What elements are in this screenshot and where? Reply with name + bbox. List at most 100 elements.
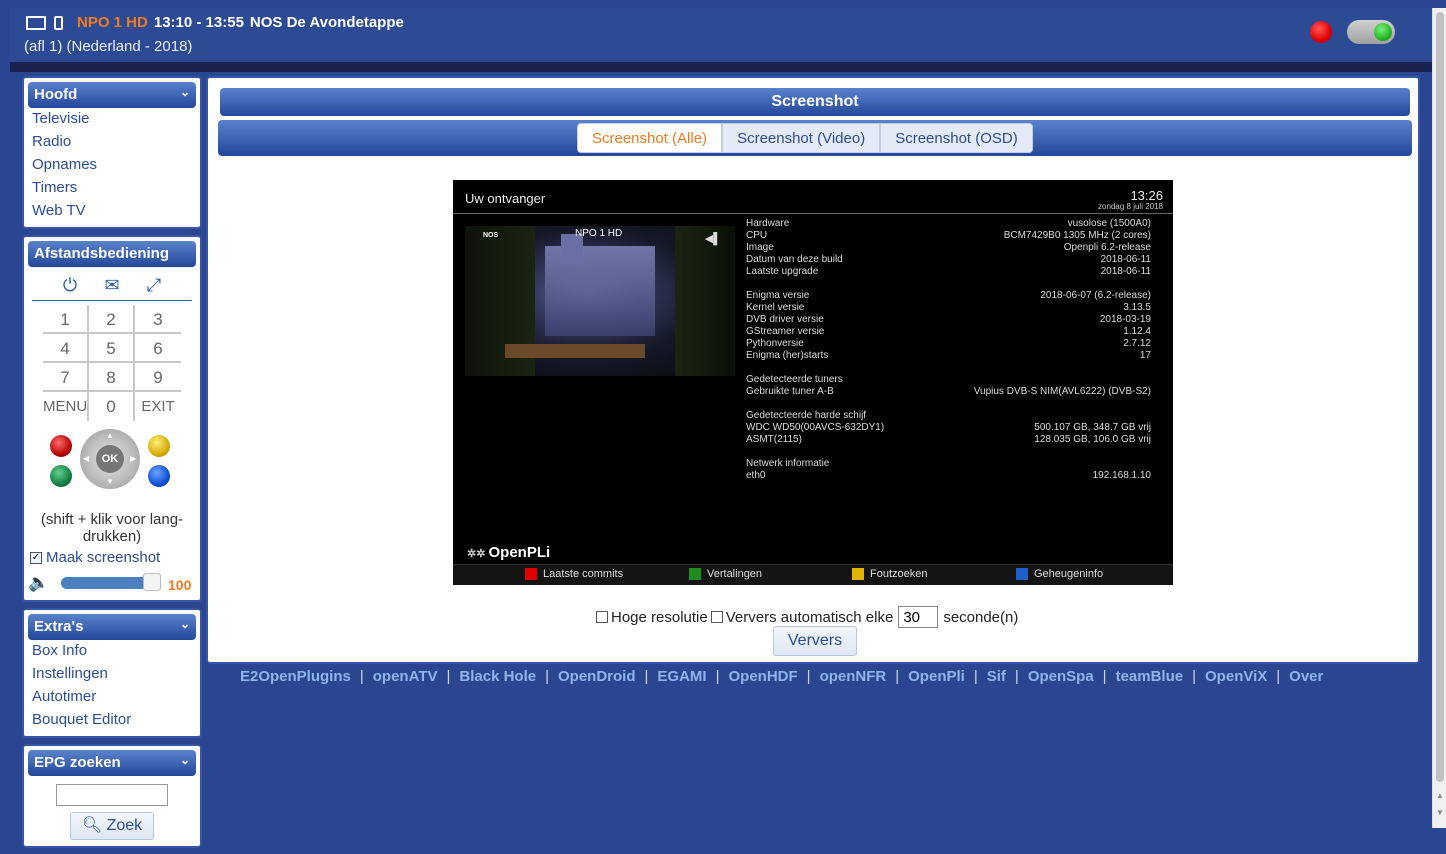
sidebar-item-timers[interactable]: Timers — [28, 177, 196, 200]
info-value: 3.13.5 — [1123, 302, 1151, 313]
time-range: 13:10 - 13:55 — [153, 14, 244, 31]
key-8[interactable]: 8 — [89, 363, 135, 392]
ok-button[interactable]: OK — [96, 445, 124, 473]
key-4[interactable]: 4 — [43, 334, 89, 363]
sidebar-item-boxinfo[interactable]: Box Info — [28, 640, 196, 663]
tab-screenshot-all[interactable]: Screenshot (Alle) — [577, 123, 723, 153]
tab-screenshot-osd[interactable]: Screenshot (OSD) — [880, 123, 1033, 153]
epg-search-header[interactable]: EPG zoeken ⌄ — [28, 750, 196, 776]
info-key: Gebruikte tuner A-B — [746, 386, 834, 397]
volume-knob[interactable] — [143, 573, 162, 591]
footer-link[interactable]: Sif — [987, 668, 1006, 685]
info-value: 17 — [1139, 350, 1151, 361]
record-indicator-icon[interactable] — [1310, 21, 1332, 43]
epg-search-input[interactable] — [56, 784, 168, 806]
shot-blue-label: Geheugeninfo — [1034, 568, 1104, 580]
refresh-interval-input[interactable] — [898, 606, 939, 628]
auto-refresh-checkbox[interactable] — [710, 611, 723, 623]
scroll-down-icon[interactable]: ▼ — [1436, 808, 1444, 817]
arrow-down-icon[interactable]: ▼ — [106, 477, 114, 486]
high-res-label[interactable]: Hoge resolutie — [611, 609, 708, 626]
screenshot-checkbox[interactable]: ✓ — [30, 551, 42, 564]
screenshot-label[interactable]: Maak screenshot — [46, 549, 160, 566]
tv-preview: NOS NPO 1 HD ◀▌ — [465, 226, 735, 376]
key-9[interactable]: 9 — [135, 363, 181, 392]
info-key: Enigma (her)starts — [746, 350, 829, 361]
info-row: Netwerk informatie — [746, 458, 1151, 470]
speaker-icon[interactable]: 🔈 — [28, 573, 49, 593]
arrow-right-icon[interactable]: ▶ — [130, 454, 136, 463]
sidebar-item-televisie[interactable]: Televisie — [28, 108, 196, 131]
extras-header[interactable]: Extra's ⌄ — [28, 614, 196, 640]
sidebar-item-autotimer[interactable]: Autotimer — [28, 686, 196, 709]
green-button[interactable] — [50, 465, 72, 487]
mobile-icon[interactable] — [54, 15, 63, 30]
key-0[interactable]: 0 — [89, 392, 135, 421]
footer-link[interactable]: openNFR — [820, 668, 887, 685]
red-button[interactable] — [50, 435, 72, 457]
navigation-wheel[interactable]: ▲ ▼ ◀ ▶ OK — [80, 429, 140, 489]
preview-table — [505, 344, 645, 358]
link-separator: | — [895, 668, 900, 685]
key-menu[interactable]: MENU — [43, 392, 89, 421]
epg-search-button[interactable]: 🔍︎ Zoek — [70, 812, 154, 840]
tv-icon[interactable] — [26, 15, 46, 30]
yellow-button[interactable] — [148, 435, 170, 457]
envelope-icon[interactable]: ✉ — [102, 275, 122, 296]
footer-link[interactable]: teamBlue — [1116, 668, 1184, 685]
footer-link[interactable]: EGAMI — [657, 668, 706, 685]
sidebar-item-webtv[interactable]: Web TV — [28, 200, 196, 223]
epg-search-title: EPG zoeken — [34, 754, 121, 771]
chevron-down-icon[interactable]: ⌄ — [180, 617, 190, 631]
shot-green-button: Vertalingen — [689, 568, 762, 580]
footer-link[interactable]: OpenDroid — [558, 668, 636, 685]
footer-link[interactable]: openATV — [373, 668, 438, 685]
footer-link[interactable]: OpenHDF — [728, 668, 797, 685]
chevron-down-icon[interactable]: ⌄ — [180, 753, 190, 767]
shot-clock: 13:26 — [1130, 188, 1163, 203]
arrow-up-icon[interactable]: ▲ — [106, 431, 114, 440]
key-5[interactable]: 5 — [89, 334, 135, 363]
key-exit[interactable]: EXIT — [135, 392, 181, 421]
footer-link[interactable]: Black Hole — [459, 668, 536, 685]
sidebar-item-radio[interactable]: Radio — [28, 131, 196, 154]
sidebar-item-bouquet-editor[interactable]: Bouquet Editor — [28, 709, 196, 732]
info-key: ASMT(2115) — [746, 434, 802, 445]
scroll-up-icon[interactable]: ▲ — [1436, 791, 1444, 800]
footer-link[interactable]: Over — [1289, 668, 1323, 685]
key-3[interactable]: 3 — [135, 305, 181, 334]
high-res-checkbox[interactable] — [596, 611, 608, 623]
channel-name[interactable]: NPO 1 HD — [77, 14, 148, 31]
footer-link[interactable]: OpenPli — [908, 668, 965, 685]
page-scrollbar[interactable]: ▲ ▼ — [1432, 8, 1446, 828]
main-menu-header[interactable]: Hoofd ⌄ — [28, 82, 196, 108]
volume-slider[interactable] — [61, 573, 162, 591]
key-6[interactable]: 6 — [135, 334, 181, 363]
auto-refresh-label[interactable]: Ververs automatisch elke — [726, 609, 894, 626]
tab-screenshot-video[interactable]: Screenshot (Video) — [722, 123, 881, 153]
scrollbar-thumb[interactable] — [1436, 12, 1444, 782]
info-row: Gedetecteerde tuners — [746, 374, 1151, 386]
remote-box: Afstandsbediening ⏻ ✉ ⤢ 1 2 3 4 5 6 7 8 … — [22, 235, 202, 602]
sidebar-item-opnames[interactable]: Opnames — [28, 154, 196, 177]
chevron-down-icon[interactable]: ⌄ — [180, 85, 190, 99]
shot-green-label: Vertalingen — [707, 568, 763, 580]
power-toggle[interactable] — [1347, 20, 1395, 44]
footer-link[interactable]: E2OpenPlugins — [240, 668, 351, 685]
program-title[interactable]: NOS De Avondetappe — [250, 14, 404, 31]
footer-link[interactable]: OpenViX — [1205, 668, 1267, 685]
footer-link[interactable]: OpenSpa — [1028, 668, 1094, 685]
key-1[interactable]: 1 — [43, 305, 89, 334]
screenshot-option[interactable]: ✓ Maak screenshot — [28, 545, 196, 570]
interval-unit-label: seconde(n) — [943, 608, 1019, 626]
arrow-left-icon[interactable]: ◀ — [83, 454, 89, 463]
expand-icon[interactable]: ⤢ — [144, 275, 164, 296]
key-7[interactable]: 7 — [43, 363, 89, 392]
remote-header[interactable]: Afstandsbediening — [28, 241, 196, 267]
blue-button[interactable] — [148, 465, 170, 487]
key-2[interactable]: 2 — [89, 305, 135, 334]
refresh-button[interactable]: Ververs — [773, 626, 857, 656]
sidebar-item-instellingen[interactable]: Instellingen — [28, 663, 196, 686]
power-icon[interactable]: ⏻ — [60, 275, 80, 296]
shot-blue-button: Geheugeninfo — [1016, 568, 1103, 580]
